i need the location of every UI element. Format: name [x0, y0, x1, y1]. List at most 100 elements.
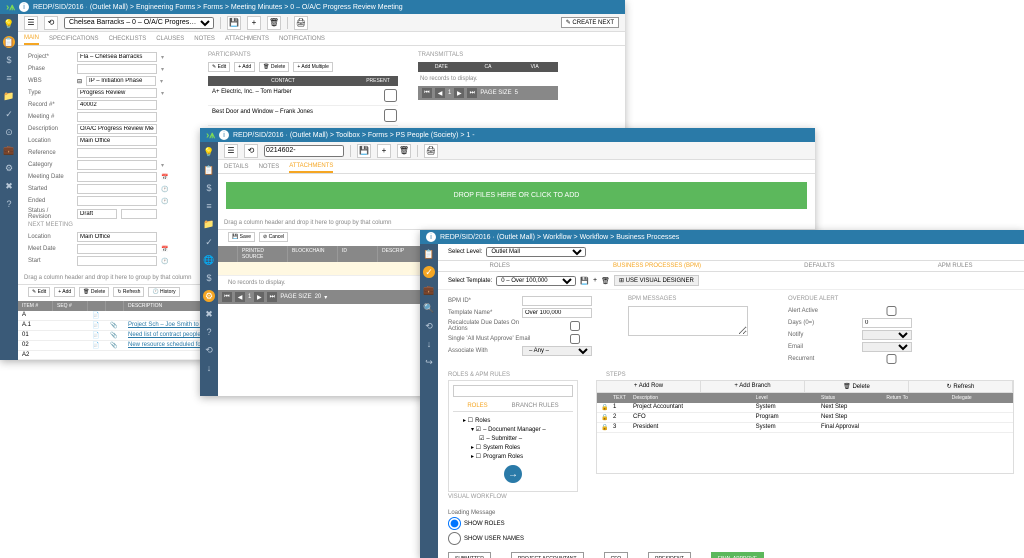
add-icon[interactable]: + — [247, 16, 261, 30]
delete-button[interactable]: 🗑 Delete — [259, 62, 289, 72]
tab-attachments[interactable]: ATTACHMENTS — [225, 34, 269, 44]
input-type[interactable] — [77, 88, 157, 98]
sidebar-icon[interactable]: ? — [3, 198, 15, 210]
input-next-start[interactable] — [77, 256, 157, 266]
delete-icon[interactable]: 🗑 — [397, 144, 411, 158]
input-record[interactable] — [77, 100, 157, 110]
refresh-icon[interactable]: ⟲ — [244, 144, 258, 158]
breadcrumb[interactable]: REDP/SID/2016 · (Outlet Mall) > Toolbox … — [233, 132, 475, 139]
sidebar-icon[interactable]: ⚙ — [3, 162, 15, 174]
sidebar-icon[interactable]: ↓ — [423, 338, 435, 350]
tab-attachments[interactable]: ATTACHMENTS — [289, 161, 333, 173]
edit-button[interactable]: ✎ Edit — [28, 287, 50, 297]
print-icon[interactable]: 🖨 — [424, 144, 438, 158]
subtab-apm[interactable]: APM RULES — [938, 263, 973, 269]
input-bpm-id[interactable] — [522, 296, 592, 306]
subtab-defaults[interactable]: DEFAULTS — [804, 263, 835, 269]
input-next-location[interactable] — [77, 232, 157, 242]
input-template-name[interactable] — [522, 308, 592, 318]
step-row[interactable]: 🔒1Project AccountantSystemNext Step — [597, 403, 1013, 413]
print-icon[interactable]: 🖨 — [294, 16, 308, 30]
sidebar-icon[interactable]: 🔍 — [423, 302, 435, 314]
pager-next[interactable]: ▶ — [254, 292, 264, 302]
pager-first[interactable]: ⏮ — [222, 292, 232, 302]
pager-last[interactable]: ⏭ — [467, 88, 477, 98]
subtab-bpm[interactable]: BUSINESS PROCESSES (BPM) — [613, 263, 701, 269]
sidebar-icon-active[interactable]: ⚙ — [203, 290, 215, 302]
search-input[interactable] — [264, 145, 344, 157]
create-next-button[interactable]: ✎ CREATE NEXT — [561, 17, 619, 28]
breadcrumb[interactable]: REDP/SID/2016 · (Outlet Mall) > Workflow… — [440, 234, 679, 241]
tab-clauses[interactable]: CLAUSES — [156, 34, 184, 44]
sidebar-icon[interactable]: ? — [203, 326, 215, 338]
check-alert-active[interactable] — [855, 306, 928, 316]
tree-item[interactable]: ☑ – Submitter – — [453, 434, 573, 443]
sidebar-icon[interactable]: ✓ — [203, 236, 215, 248]
delete-icon[interactable]: 🗑 — [601, 277, 610, 285]
refresh-button[interactable]: ↻ Refresh — [909, 381, 1013, 392]
tab-notes[interactable]: NOTES — [259, 162, 280, 172]
input-phase[interactable] — [77, 64, 157, 74]
info-icon[interactable]: i — [426, 232, 436, 242]
input-reference[interactable] — [77, 148, 157, 158]
pager-prev[interactable]: ◀ — [435, 88, 445, 98]
sidebar-icon-active[interactable]: 📋 — [3, 36, 15, 48]
tree-item[interactable]: ▸ ☐ Roles — [453, 416, 573, 425]
input-location[interactable] — [77, 136, 157, 146]
sidebar-icon[interactable]: $ — [203, 272, 215, 284]
sidebar-icon[interactable]: 💼 — [3, 144, 15, 156]
sidebar-icon[interactable]: ↓ — [203, 362, 215, 374]
sidebar-icon[interactable]: 💡 — [3, 18, 15, 30]
sidebar-icon[interactable]: ≡ — [203, 200, 215, 212]
input-wbs[interactable] — [86, 76, 156, 86]
sidebar-icon[interactable]: 🌐 — [203, 254, 215, 266]
select-notify[interactable] — [862, 330, 912, 340]
add-button[interactable]: + Add — [234, 62, 255, 72]
sidebar-icon[interactable]: $ — [3, 54, 15, 66]
sidebar-icon[interactable]: ✓ — [3, 108, 15, 120]
select-email[interactable] — [862, 342, 912, 352]
add-button[interactable]: + Add — [54, 287, 75, 297]
step-row[interactable]: 🔒2CFOProgramNext Step — [597, 413, 1013, 423]
select-template[interactable]: 0 – Over 100,000 — [496, 276, 576, 286]
sidebar-icon-active[interactable]: ✓ — [423, 266, 435, 278]
input-meeting-date[interactable] — [77, 172, 157, 182]
sidebar-icon[interactable]: 📋 — [423, 248, 435, 260]
sidebar-icon[interactable]: $ — [203, 182, 215, 194]
input-category[interactable] — [77, 160, 157, 170]
tree-item[interactable]: ▸ ☐ Program Roles — [453, 452, 573, 461]
add-row-button[interactable]: + Add Row — [597, 381, 701, 392]
save-button[interactable]: 💾 Save — [228, 232, 255, 242]
visual-designer-button[interactable]: ⊞ USE VISUAL DESIGNER — [614, 275, 699, 286]
wf-node-final[interactable]: FINAL APPROVE — [711, 552, 764, 558]
rules-tab-roles[interactable]: ROLES — [465, 401, 489, 411]
sidebar-icon[interactable]: ≡ — [3, 72, 15, 84]
file-dropzone[interactable]: DROP FILES HERE OR CLICK TO ADD — [226, 182, 807, 209]
check-recalc[interactable] — [542, 321, 608, 331]
add-multiple-button[interactable]: + Add Multiple — [293, 62, 333, 72]
input-started[interactable] — [77, 184, 157, 194]
tab-checklists[interactable]: CHECKLISTS — [109, 34, 147, 44]
info-icon[interactable]: i — [219, 130, 229, 140]
pager-prev[interactable]: ◀ — [235, 292, 245, 302]
input-ended[interactable] — [77, 196, 157, 206]
check-single-email[interactable] — [542, 334, 608, 344]
input-next-date[interactable] — [77, 244, 157, 254]
select-associate[interactable]: – Any – — [522, 346, 592, 356]
textarea-bpm-messages[interactable] — [628, 306, 748, 336]
sidebar-icon[interactable]: 💼 — [423, 284, 435, 296]
save-icon[interactable]: 💾 — [357, 144, 371, 158]
sidebar-icon[interactable]: ✖ — [203, 308, 215, 320]
rules-search[interactable] — [453, 385, 573, 397]
input-project[interactable] — [77, 52, 157, 62]
tab-details[interactable]: DETAILS — [224, 162, 249, 172]
tree-item[interactable]: ▸ ☐ System Roles — [453, 443, 573, 452]
participant-row[interactable]: A+ Electric, Inc. – Tom Harber — [208, 88, 398, 106]
sidebar-icon[interactable]: 📁 — [3, 90, 15, 102]
sidebar-icon[interactable]: ⟲ — [423, 320, 435, 332]
breadcrumb[interactable]: REDP/SID/2016 · (Outlet Mall) > Engineer… — [33, 4, 403, 11]
sidebar-icon[interactable]: ⟲ — [203, 344, 215, 356]
menu-icon[interactable]: ☰ — [224, 144, 238, 158]
menu-icon[interactable]: ☰ — [24, 16, 38, 30]
sidebar-icon[interactable]: ↪ — [423, 356, 435, 368]
